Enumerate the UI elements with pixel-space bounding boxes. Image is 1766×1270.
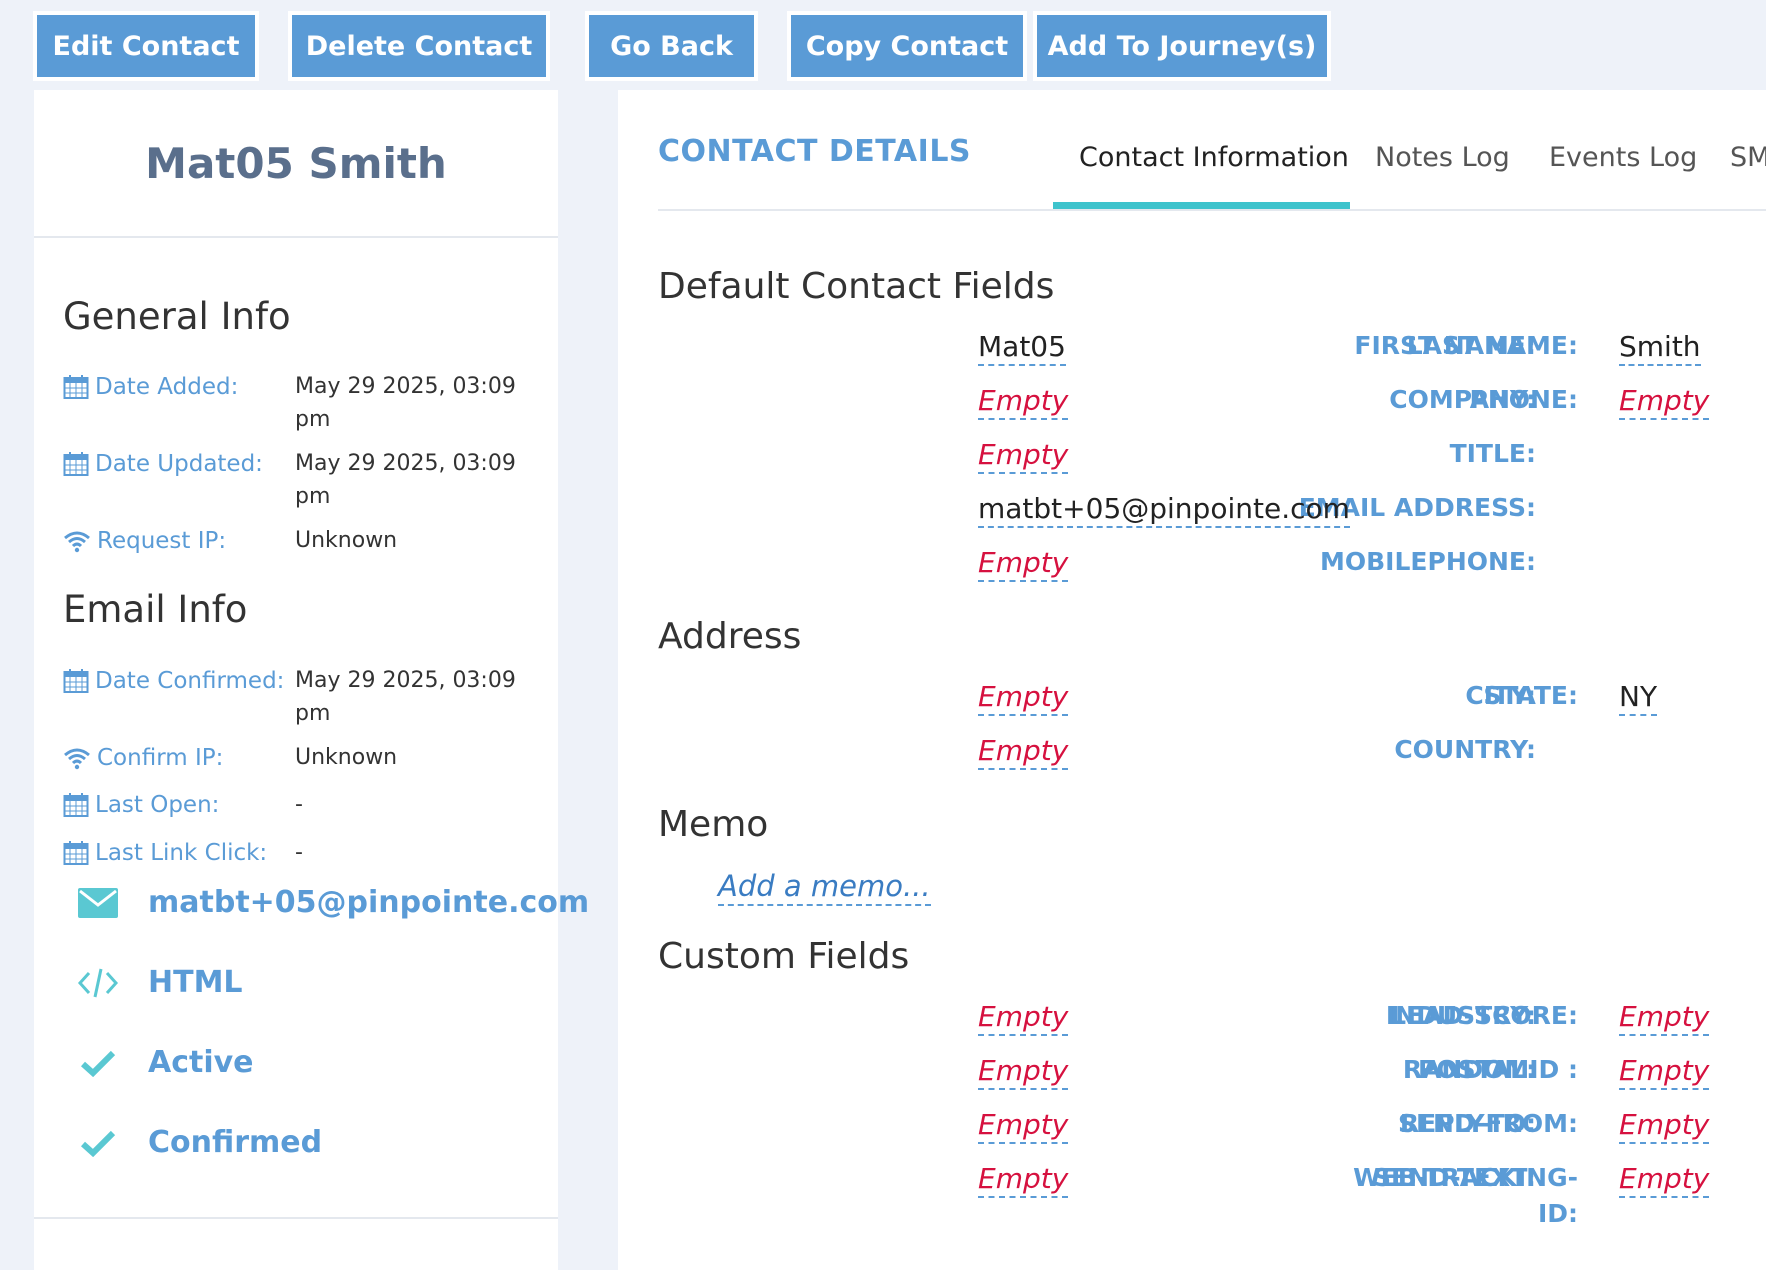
reply-to-value[interactable]: Empty — [978, 1108, 1069, 1144]
confirmation-row: Confirmed — [70, 1125, 322, 1160]
contact-details-panel: CONTACT DETAILS Contact Information Note… — [618, 90, 1766, 1270]
web-tracking-id-value[interactable]: Empty — [1619, 1162, 1710, 1198]
general-info-heading: General Info — [63, 295, 291, 338]
last-name-value[interactable]: Smith — [1619, 330, 1701, 366]
date-confirmed-label: Date Confirmed: — [63, 668, 284, 694]
tab-contact-information[interactable]: Contact Information — [1079, 142, 1349, 173]
postal-value[interactable]: Empty — [978, 1054, 1069, 1090]
industry-value[interactable]: Empty — [978, 1000, 1069, 1036]
mobilephone-label: MOBILEPHONE: — [1320, 547, 1536, 576]
send-from-value[interactable]: Empty — [1619, 1108, 1710, 1144]
email-info-heading: Email Info — [63, 588, 248, 631]
wifi-icon — [64, 748, 90, 770]
email-format-text: HTML — [148, 965, 243, 1000]
check-icon — [80, 1130, 116, 1157]
panel-divider — [34, 1217, 558, 1219]
calendar-icon — [63, 375, 89, 399]
lead-score-label: LEAD-SCORE: — [1390, 1001, 1578, 1030]
contact-summary-panel: Mat05 Smith General Info Date Added: May… — [34, 90, 589, 1270]
email-address-value[interactable]: matbt+05@pinpointe.com — [978, 492, 1350, 528]
default-fields-heading: Default Contact Fields — [658, 266, 1055, 307]
calendar-icon — [63, 669, 89, 693]
delete-contact-button[interactable]: Delete Contact — [292, 15, 546, 77]
tab-notes-log[interactable]: Notes Log — [1375, 142, 1510, 173]
contact-email-row[interactable]: matbt+05@pinpointe.com — [70, 885, 589, 920]
contact-name: Mat05 Smith — [34, 90, 558, 238]
tab-sm[interactable]: SM — [1730, 142, 1766, 173]
randomid-value[interactable]: Empty — [1619, 1054, 1710, 1090]
add-memo-link[interactable]: Add a memo... — [718, 868, 931, 906]
status-text: Active — [148, 1045, 254, 1080]
date-added-value: May 29 2025, 03:09 pm — [295, 374, 516, 432]
web-tracking-id-label: WEB-TRACKING-ID: — [1353, 1163, 1578, 1228]
add-to-journey-button[interactable]: Add To Journey(s) — [1037, 15, 1327, 77]
company-value[interactable]: Empty — [978, 384, 1069, 420]
last-open-value: - — [295, 792, 303, 817]
confirmation-text: Confirmed — [148, 1125, 323, 1160]
tab-events-log[interactable]: Events Log — [1549, 142, 1697, 173]
contact-details-heading: CONTACT DETAILS — [658, 134, 972, 169]
calendar-icon — [63, 793, 89, 817]
state-value[interactable]: NY — [1619, 680, 1658, 716]
memo-heading: Memo — [658, 804, 769, 845]
last-open-label: Last Open: — [63, 792, 219, 818]
last-link-click-label-text: Last Link Click: — [95, 840, 268, 866]
first-name-value[interactable]: Mat05 — [978, 330, 1066, 366]
confirm-ip-value: Unknown — [295, 745, 398, 770]
request-ip-label: Request IP: — [63, 528, 226, 554]
date-added-label: Date Added: — [63, 374, 238, 400]
calendar-icon — [63, 841, 89, 865]
send-text-value[interactable]: Empty — [978, 1162, 1069, 1198]
date-updated-label: Date Updated: — [63, 451, 263, 477]
city-value[interactable]: Empty — [978, 680, 1069, 716]
envelope-icon — [78, 887, 118, 918]
send-from-label: SEND-FROM: — [1397, 1109, 1578, 1138]
title-label: TITLE: — [1449, 439, 1536, 468]
request-ip-value: Unknown — [295, 528, 398, 553]
phone-label: PHONE: — [1469, 385, 1579, 414]
confirm-ip-label: Confirm IP: — [63, 745, 223, 771]
last-open-label-text: Last Open: — [95, 792, 220, 818]
title-value[interactable]: Empty — [978, 438, 1069, 474]
copy-contact-button[interactable]: Copy Contact — [791, 15, 1023, 77]
edit-contact-button[interactable]: Edit Contact — [37, 15, 255, 77]
go-back-button[interactable]: Go Back — [589, 15, 754, 77]
active-tab-indicator — [1053, 202, 1350, 209]
date-confirmed-value: May 29 2025, 03:09 pm — [295, 668, 516, 726]
request-ip-label-text: Request IP: — [97, 528, 227, 554]
last-name-label: LAST NAME: — [1406, 331, 1578, 360]
state-label: STATE: — [1483, 681, 1578, 710]
country-label: COUNTRY: — [1394, 735, 1536, 764]
last-link-click-value: - — [295, 840, 303, 865]
date-confirmed-label-text: Date Confirmed: — [95, 668, 285, 694]
phone-value[interactable]: Empty — [1619, 384, 1710, 420]
date-updated-label-text: Date Updated: — [95, 451, 263, 477]
custom-fields-heading: Custom Fields — [658, 936, 910, 977]
wifi-icon — [64, 531, 90, 553]
lead-score-value[interactable]: Empty — [1619, 1000, 1710, 1036]
date-added-label-text: Date Added: — [95, 374, 239, 400]
code-icon — [77, 968, 119, 997]
tab-bar-divider — [658, 209, 1766, 211]
last-link-click-label: Last Link Click: — [63, 840, 267, 866]
calendar-icon — [63, 452, 89, 476]
country-value[interactable]: Empty — [978, 734, 1069, 770]
contact-email-link[interactable]: matbt+05@pinpointe.com — [148, 885, 589, 920]
status-row: Active — [70, 1045, 254, 1080]
check-icon — [80, 1050, 116, 1077]
confirm-ip-label-text: Confirm IP: — [97, 745, 224, 771]
email-format-row: HTML — [70, 965, 243, 1000]
address-heading: Address — [658, 616, 802, 657]
mobilephone-value[interactable]: Empty — [978, 546, 1069, 582]
date-updated-value: May 29 2025, 03:09 pm — [295, 451, 516, 509]
randomid-label: RANDOMID : — [1402, 1055, 1578, 1084]
